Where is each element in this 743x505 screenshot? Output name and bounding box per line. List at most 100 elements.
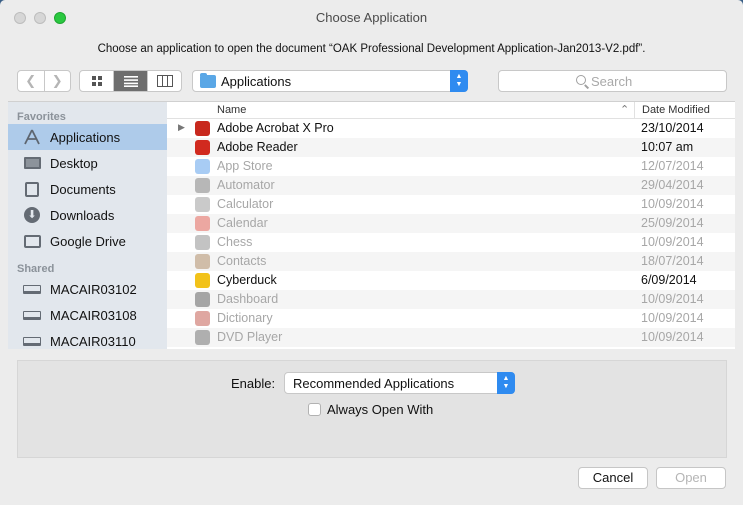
reader-icon (195, 140, 210, 155)
table-row[interactable]: ▶ Adobe Acrobat X Pro 23/10/2014 (167, 119, 735, 138)
popup-stepper-icon: ▲ ▼ (450, 70, 468, 92)
table-row: DVD Player 10/09/2014 (167, 328, 735, 347)
date-modified: 10:07 am (641, 140, 694, 154)
date-modified: 29/04/2014 (641, 178, 704, 192)
sidebar-item-label: Desktop (50, 155, 98, 171)
list-rows: ▶ Adobe Acrobat X Pro 23/10/2014 Adobe Read… (167, 119, 735, 349)
date-modified-column-header[interactable]: Date Modified (634, 102, 710, 119)
dashboard-icon (195, 292, 210, 307)
date-modified: 25/09/2014 (641, 216, 704, 230)
search-icon (576, 75, 586, 85)
favorites-header: Favorites (17, 111, 66, 123)
laptop-icon (23, 333, 41, 349)
application-list[interactable]: Name ⌃ Date Modified ▶ Adobe Acrobat X Pr… (167, 101, 735, 349)
sidebar-item-macair03102[interactable]: MACAIR03102 (8, 276, 167, 302)
app-name: Calculator (217, 197, 274, 211)
dictionary-icon (195, 311, 210, 326)
always-open-with-checkbox[interactable] (308, 403, 321, 416)
sidebar-item-label: MACAIR03102 (50, 281, 137, 297)
cancel-button[interactable]: Cancel (578, 467, 648, 489)
folder-icon (23, 233, 41, 249)
date-modified: 12/07/2014 (641, 159, 704, 173)
sidebar-item-downloads[interactable]: ⬇ Downloads (8, 202, 167, 228)
list-view-icon (123, 76, 138, 87)
location-popup[interactable]: Applications ▲ ▼ (192, 70, 468, 92)
applications-icon (23, 129, 41, 145)
acrobat-icon (195, 121, 210, 136)
sidebar-item-label: Applications (50, 129, 121, 145)
title-bar: Choose Application (0, 0, 743, 36)
app-name: Calendar (217, 216, 268, 230)
cyberduck-icon (195, 273, 210, 288)
list-header: Name ⌃ Date Modified (167, 102, 735, 119)
back-button[interactable]: ❮ (18, 71, 44, 91)
app-store-icon (195, 159, 210, 174)
app-name: DVD Player (217, 330, 283, 344)
automator-icon (195, 178, 210, 193)
sidebar-item-google-drive[interactable]: Google Drive (8, 228, 167, 254)
date-modified: 18/07/2014 (641, 254, 704, 268)
calendar-icon (195, 216, 210, 231)
sidebar-item-macair03110[interactable]: MACAIR03110 (8, 328, 167, 349)
app-name: Dashboard (217, 292, 279, 306)
shared-header: Shared (17, 263, 55, 275)
sidebar-item-desktop[interactable]: Desktop (8, 150, 167, 176)
table-row: Calendar 25/09/2014 (167, 214, 735, 233)
column-view-icon (156, 75, 173, 87)
date-modified: 10/09/2014 (641, 330, 704, 344)
date-modified: 10/09/2014 (641, 197, 704, 211)
laptop-icon (23, 281, 41, 297)
date-modified: 10/09/2014 (641, 235, 704, 249)
sidebar-item-label: MACAIR03108 (50, 307, 137, 323)
desktop-icon (23, 155, 41, 171)
list-view-button[interactable] (113, 71, 147, 91)
table-row: FaceTime10/09/2014 (167, 347, 735, 349)
dialog-prompt: Choose an application to open the docume… (97, 43, 646, 55)
app-name: Dictionary (217, 311, 273, 325)
app-name: App Store (217, 159, 273, 173)
table-row: Dashboard 10/09/2014 (167, 290, 735, 309)
column-view-button[interactable] (147, 71, 181, 91)
icon-view-icon (91, 76, 102, 86)
applications-folder-icon (200, 73, 216, 88)
open-button[interactable]: Open (656, 467, 726, 489)
sidebar-item-applications[interactable]: Applications (8, 124, 167, 150)
table-row[interactable]: Adobe Reader 10:07 am (167, 138, 735, 157)
sidebar-item-label: Downloads (50, 207, 115, 223)
window-title: Choose Application (315, 10, 428, 25)
always-open-with-label: Always Open With (327, 402, 434, 417)
app-name: Cyberduck (217, 273, 277, 287)
documents-icon (23, 181, 41, 197)
icon-view-button[interactable] (80, 71, 113, 91)
app-name: Adobe Acrobat X Pro (217, 121, 334, 135)
app-name: Automator (217, 178, 275, 192)
back-forward-control: ❮ ❯ (17, 70, 71, 92)
forward-button[interactable]: ❯ (43, 71, 71, 91)
sidebar-item-macair03108[interactable]: MACAIR03108 (8, 302, 167, 328)
search-input[interactable] (591, 73, 721, 89)
app-name: Adobe Reader (217, 140, 298, 154)
popup-stepper-icon: ▲ ▼ (497, 372, 515, 394)
date-modified: 10/09/2014 (641, 292, 704, 306)
always-open-with-option[interactable]: Always Open With (308, 402, 433, 417)
sidebar-item-label: Documents (50, 181, 116, 197)
date-modified: 6/09/2014 (641, 273, 697, 287)
enable-label: Enable: (231, 376, 276, 391)
search-field[interactable] (498, 70, 727, 92)
date-modified: 10/09/2014 (641, 311, 704, 325)
chevron-left-icon: ❮ (25, 73, 37, 88)
table-row: Calculator 10/09/2014 (167, 195, 735, 214)
sort-ascending-icon: ⌃ (620, 104, 630, 116)
location-label: Applications (221, 74, 292, 89)
name-column-header[interactable]: Name (217, 104, 246, 116)
date-modified: 23/10/2014 (641, 121, 704, 135)
table-row: App Store 12/07/2014 (167, 157, 735, 176)
calculator-icon (195, 197, 210, 212)
sidebar: Favorites Applications Desktop Documents… (8, 101, 167, 349)
sidebar-item-documents[interactable]: Documents (8, 176, 167, 202)
laptop-icon (23, 307, 41, 323)
disclosure-triangle-icon[interactable]: ▶ (178, 122, 185, 133)
table-row[interactable]: Cyberduck 6/09/2014 (167, 271, 735, 290)
sidebar-item-label: MACAIR03110 (50, 333, 136, 349)
enable-popup[interactable]: Recommended Applications ▲ ▼ (284, 372, 515, 394)
